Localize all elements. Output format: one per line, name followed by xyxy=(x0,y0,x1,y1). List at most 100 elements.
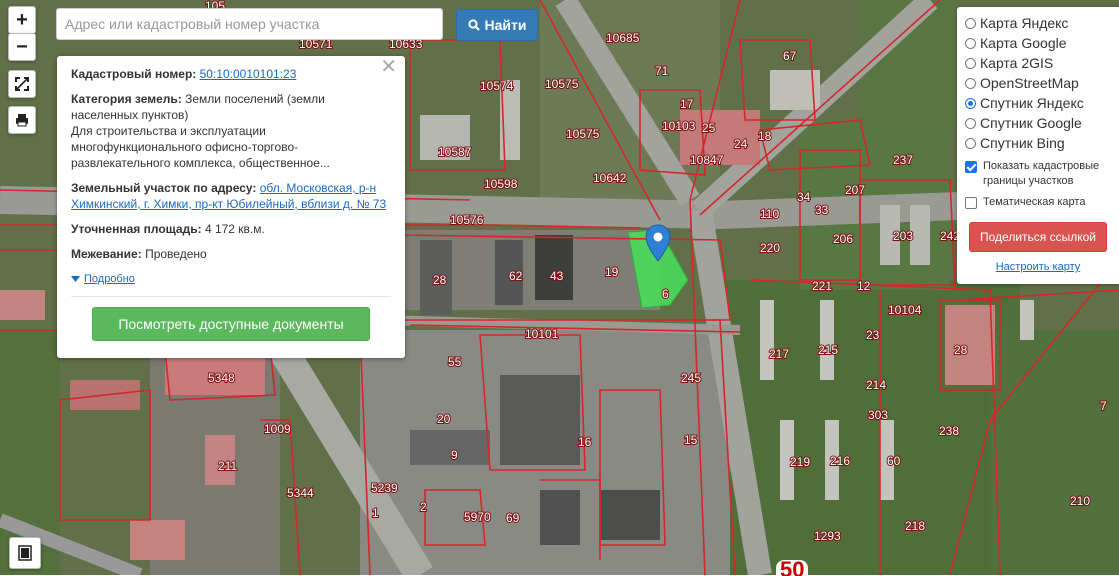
print-button[interactable] xyxy=(8,106,36,134)
parcel-number-label: 10575 xyxy=(566,127,600,141)
map-layers-panel: Карта Яндекс Карта Google Карта 2GIS OpenSt… xyxy=(957,7,1119,284)
parcel-number-label: 62 xyxy=(509,269,523,283)
map-marker-icon xyxy=(645,224,671,262)
area-label: Уточненная площадь: xyxy=(71,222,202,236)
zoom-out-button[interactable]: − xyxy=(8,33,36,61)
layer-option[interactable]: Спутник Google xyxy=(965,113,1111,133)
layer-option[interactable]: Спутник Яндекс xyxy=(965,93,1111,113)
parcel-number-label: 9 xyxy=(451,448,458,462)
parcel-number-label: 216 xyxy=(830,454,850,468)
layer-option-label: Спутник Bing xyxy=(980,135,1065,151)
layer-option[interactable]: OpenStreetMap xyxy=(965,73,1111,93)
layer-option[interactable]: Карта Яндекс xyxy=(965,13,1111,33)
parcel-number-label: 18 xyxy=(758,129,772,143)
show-borders-checkbox[interactable] xyxy=(965,161,977,173)
parcel-number-label: 28 xyxy=(954,343,968,357)
parcel-number-label: 60 xyxy=(887,454,901,468)
map-sheet-icon xyxy=(18,545,32,561)
parcel-number-label: 55 xyxy=(448,355,462,369)
survey-label: Межевание: xyxy=(71,247,142,261)
parcel-number-label: 217 xyxy=(769,347,789,361)
parcel-number-label: 28 xyxy=(433,273,447,287)
layer-radio[interactable] xyxy=(965,97,976,109)
search-icon xyxy=(467,19,480,31)
printer-icon xyxy=(16,114,28,127)
layer-option-label: Карта Google xyxy=(980,35,1067,51)
layer-option-label: OpenStreetMap xyxy=(980,75,1079,91)
address-row: Земельный участок по адресу: обл. Москов… xyxy=(71,180,391,212)
show-cadastral-borders-option[interactable]: Показать кадастровые границы участков xyxy=(965,159,1111,189)
parcel-number-label: 71 xyxy=(655,64,669,78)
parcel-number-label: 16 xyxy=(578,435,592,449)
more-details-label: Подробно xyxy=(84,273,135,285)
layer-option-label: Карта Яндекс xyxy=(980,15,1069,31)
layer-option-label: Карта 2GIS xyxy=(980,55,1054,71)
area-row: Уточненная площадь: 4 172 кв.м. xyxy=(71,221,391,237)
parcel-number-label: 43 xyxy=(550,269,564,283)
base-layer-options: Карта Яндекс Карта Google Карта 2GIS OpenSt… xyxy=(965,13,1111,153)
parcel-number-label: 10587 xyxy=(438,145,472,159)
parcel-number-label: 1293 xyxy=(814,529,841,543)
parcel-number-label: 67 xyxy=(783,49,797,63)
parcel-number-label: 12 xyxy=(857,279,871,293)
parcel-number-label: 10103 xyxy=(662,119,696,133)
parcel-number-label: 207 xyxy=(845,183,865,197)
zoom-in-button[interactable]: + xyxy=(8,6,36,34)
parcel-number-label: 5344 xyxy=(287,486,314,500)
parcel-number-label: 1009 xyxy=(264,422,291,436)
cadastral-number-row: Кадастровый номер: 50:10:0010101:23 xyxy=(71,66,391,82)
caret-down-icon xyxy=(71,276,80,282)
layer-option[interactable]: Спутник Bing xyxy=(965,133,1111,153)
search-button[interactable]: Найти xyxy=(456,9,538,41)
layer-option-label: Спутник Яндекс xyxy=(980,95,1084,111)
thematic-map-checkbox[interactable] xyxy=(965,197,977,209)
configure-map-link[interactable]: Настроить карту xyxy=(965,261,1111,273)
layer-radio[interactable] xyxy=(965,17,976,29)
parcel-number-label: 25 xyxy=(702,121,716,135)
layer-option[interactable]: Карта 2GIS xyxy=(965,53,1111,73)
layer-radio[interactable] xyxy=(965,57,976,69)
parcel-number-label: 10576 xyxy=(450,213,484,227)
parcel-number-label: 110 xyxy=(760,207,779,221)
share-link-button[interactable]: Поделиться ссылкой xyxy=(969,222,1107,252)
more-details-link[interactable]: Подробно xyxy=(71,271,391,287)
layer-radio[interactable] xyxy=(965,137,976,149)
location-marker[interactable] xyxy=(645,224,671,262)
layer-option[interactable]: Карта Google xyxy=(965,33,1111,53)
parcel-number-label: 23 xyxy=(866,328,880,342)
parcel-number-label: 303 xyxy=(868,408,888,422)
parcel-number-label: 10598 xyxy=(484,177,518,191)
parcel-number-label: 238 xyxy=(939,424,959,438)
parcel-number-label: 10685 xyxy=(606,31,640,45)
search-input[interactable] xyxy=(56,8,443,40)
survey-value: Проведено xyxy=(145,247,207,261)
parcel-number-label: 5970 xyxy=(464,510,491,524)
view-documents-button[interactable]: Посмотреть доступные документы xyxy=(92,307,370,341)
parcel-number-label: 20 xyxy=(437,412,451,426)
thematic-map-option[interactable]: Тематическая карта xyxy=(965,195,1111,210)
cadastral-number-link[interactable]: 50:10:0010101:23 xyxy=(200,67,297,81)
parcel-number-label: 2 xyxy=(420,500,427,514)
area-value: 4 172 кв.м. xyxy=(204,222,265,236)
close-icon[interactable]: ✕ xyxy=(380,57,397,77)
parcel-number-label: 203 xyxy=(893,229,913,243)
layers-toggle-button[interactable] xyxy=(9,537,41,569)
fullscreen-button[interactable] xyxy=(8,70,36,98)
layer-radio[interactable] xyxy=(965,117,976,129)
parcel-number-label: 211 xyxy=(218,459,237,473)
parcel-number-label: 219 xyxy=(790,455,810,469)
parcel-number-label: 221 xyxy=(812,279,832,293)
fullscreen-icon xyxy=(15,77,29,91)
show-borders-label: Показать кадастровые границы участков xyxy=(983,160,1100,187)
layer-radio[interactable] xyxy=(965,77,976,89)
parcel-number-label: 6 xyxy=(662,287,669,301)
layer-radio[interactable] xyxy=(965,37,976,49)
parcel-number-label: 214 xyxy=(866,378,886,392)
parcel-number-label: 19 xyxy=(605,265,619,279)
parcel-number-label: 10104 xyxy=(888,303,922,317)
cadastral-number-label: Кадастровый номер: xyxy=(71,67,197,81)
parcel-info-popup: ✕ Кадастровый номер: 50:10:0010101:23 Ка… xyxy=(57,56,405,358)
land-category-label: Категория земель: xyxy=(71,92,182,106)
search-button-label: Найти xyxy=(484,17,527,33)
parcel-number-label: 33 xyxy=(815,203,829,217)
